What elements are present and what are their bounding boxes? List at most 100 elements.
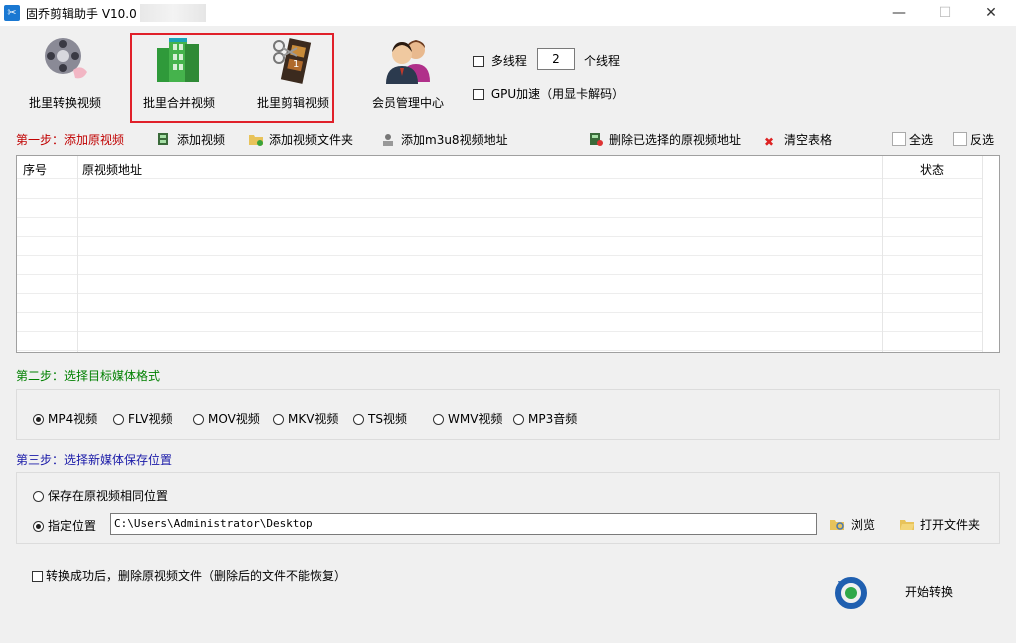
column-header-path[interactable]: 原视频地址: [82, 161, 142, 178]
open-folder-label: 打开文件夹: [920, 518, 981, 532]
add-m3u8-label: 添加m3u8视频地址: [401, 133, 508, 147]
format-radio[interactable]: [513, 414, 524, 425]
same-location-option[interactable]: 保存在原视频相同位置: [33, 487, 168, 504]
format-label: MOV视频: [208, 412, 260, 426]
add-video-button[interactable]: 添加视频: [157, 131, 225, 148]
gpu-option[interactable]: GPU加速（用显卡解码）: [473, 85, 624, 102]
gpu-label: GPU加速（用显卡解码）: [490, 87, 625, 101]
step2-title: 第二步：选择目标媒体格式: [16, 369, 161, 383]
multithread-checkbox[interactable]: [473, 56, 484, 67]
folder-search-icon: [830, 517, 845, 534]
invert-select-icon: [953, 132, 967, 146]
clear-table-label: 清空表格: [784, 133, 833, 147]
film-reel-icon: [39, 34, 91, 86]
batch-convert-label: 批里转换视频: [28, 96, 101, 110]
format-label: MP4视频: [48, 412, 98, 426]
table-row: [17, 331, 983, 351]
format-radio[interactable]: [33, 414, 44, 425]
format-option-wmv[interactable]: WMV视频: [433, 410, 502, 427]
maximize-button[interactable]: ☐: [922, 0, 968, 26]
table-header: 序号 原视频地址 状态: [17, 156, 983, 179]
multithread-label: 多线程: [490, 54, 527, 68]
format-label: MKV视频: [288, 412, 339, 426]
batch-cut-button[interactable]: 1 批里剪辑视频: [254, 34, 332, 111]
format-option-flv[interactable]: FLV视频: [113, 410, 172, 427]
format-option-mov[interactable]: MOV视频: [193, 410, 260, 427]
save-path-input[interactable]: C:\Users\Administrator\Desktop: [110, 513, 817, 535]
same-location-label: 保存在原视频相同位置: [48, 489, 169, 503]
table-row: [17, 179, 983, 199]
step3-title: 第三步：选择新媒体保存位置: [16, 453, 173, 467]
format-option-mkv[interactable]: MKV视频: [273, 410, 338, 427]
table-row: [17, 293, 983, 313]
format-option-mp3[interactable]: MP3音频: [513, 410, 577, 427]
folder-icon: [900, 517, 915, 534]
format-radio[interactable]: [113, 414, 124, 425]
blurred-title-region: [140, 4, 206, 22]
format-option-ts[interactable]: TS视频: [353, 410, 407, 427]
batch-merge-button[interactable]: 批里合并视频: [140, 34, 218, 111]
svg-text:1: 1: [293, 59, 299, 70]
clear-table-button[interactable]: ✖ 清空表格: [764, 131, 832, 149]
folder-add-icon: [249, 132, 263, 146]
add-folder-button[interactable]: 添加视频文件夹: [249, 131, 353, 148]
custom-location-radio[interactable]: [33, 521, 44, 532]
delete-selected-label: 删除已选择的原视频地址: [609, 133, 742, 147]
building-merge-icon: [153, 34, 205, 86]
column-header-status[interactable]: 状态: [920, 161, 944, 178]
column-divider: [882, 156, 883, 352]
format-radio[interactable]: [353, 414, 364, 425]
custom-location-label: 指定位置: [48, 519, 97, 533]
thread-count-input[interactable]: 2: [537, 48, 575, 70]
member-center-button[interactable]: 会员管理中心: [368, 34, 448, 111]
step1-title: 第一步：添加原视频: [16, 133, 125, 147]
delete-after-checkbox[interactable]: [32, 571, 43, 582]
custom-location-option[interactable]: 指定位置: [33, 517, 96, 534]
delete-selected-button[interactable]: 删除已选择的原视频地址: [589, 131, 741, 148]
film-scissors-icon: 1: [267, 34, 319, 86]
gpu-checkbox[interactable]: [473, 89, 484, 100]
table-row: [17, 312, 983, 332]
start-convert-icon[interactable]: [834, 575, 868, 609]
column-divider: [77, 156, 78, 352]
app-scissors-icon: ✂: [4, 5, 20, 21]
add-film-icon: [157, 132, 171, 146]
add-m3u8-button[interactable]: 添加m3u8视频地址: [381, 131, 508, 148]
close-button[interactable]: ✕: [968, 0, 1014, 26]
format-radio[interactable]: [433, 414, 444, 425]
start-convert-button[interactable]: 开始转换: [905, 583, 953, 600]
column-divider: [982, 156, 983, 352]
table-row: [17, 255, 983, 275]
delete-after-label: 转换成功后，删除原视频文件（删除后的文件不能恢复）: [46, 569, 347, 583]
red-x-icon: ✖: [764, 135, 775, 149]
format-label: FLV视频: [128, 412, 173, 426]
batch-cut-label: 批里剪辑视频: [256, 96, 329, 110]
select-all-button[interactable]: 全选: [892, 131, 933, 148]
table-row: [17, 217, 983, 237]
select-all-icon: [892, 132, 906, 146]
batch-convert-button[interactable]: 批里转换视频: [24, 34, 106, 111]
column-header-index[interactable]: 序号: [23, 161, 47, 178]
delete-film-icon: [589, 132, 603, 146]
format-label: MP3音频: [528, 412, 578, 426]
invert-select-label: 反选: [970, 133, 995, 147]
invert-select-button[interactable]: 反选: [953, 131, 994, 148]
format-label: TS视频: [368, 412, 407, 426]
member-center-label: 会员管理中心: [371, 96, 444, 110]
add-video-label: 添加视频: [177, 133, 226, 147]
table-row: [17, 274, 983, 294]
table-row: [17, 198, 983, 218]
batch-merge-label: 批里合并视频: [142, 96, 215, 110]
same-location-radio[interactable]: [33, 491, 44, 502]
open-folder-button[interactable]: 打开文件夹: [900, 516, 980, 534]
video-table[interactable]: 序号 原视频地址 状态: [16, 155, 1000, 353]
multithread-option[interactable]: 多线程: [473, 52, 527, 69]
browse-button[interactable]: 浏览: [830, 516, 875, 534]
delete-after-option[interactable]: 转换成功后，删除原视频文件（删除后的文件不能恢复）: [32, 567, 346, 584]
format-option-mp4[interactable]: MP4视频: [33, 410, 97, 427]
select-all-label: 全选: [909, 133, 934, 147]
format-radio[interactable]: [273, 414, 284, 425]
minimize-button[interactable]: —: [876, 0, 922, 26]
add-folder-label: 添加视频文件夹: [269, 133, 354, 147]
format-radio[interactable]: [193, 414, 204, 425]
